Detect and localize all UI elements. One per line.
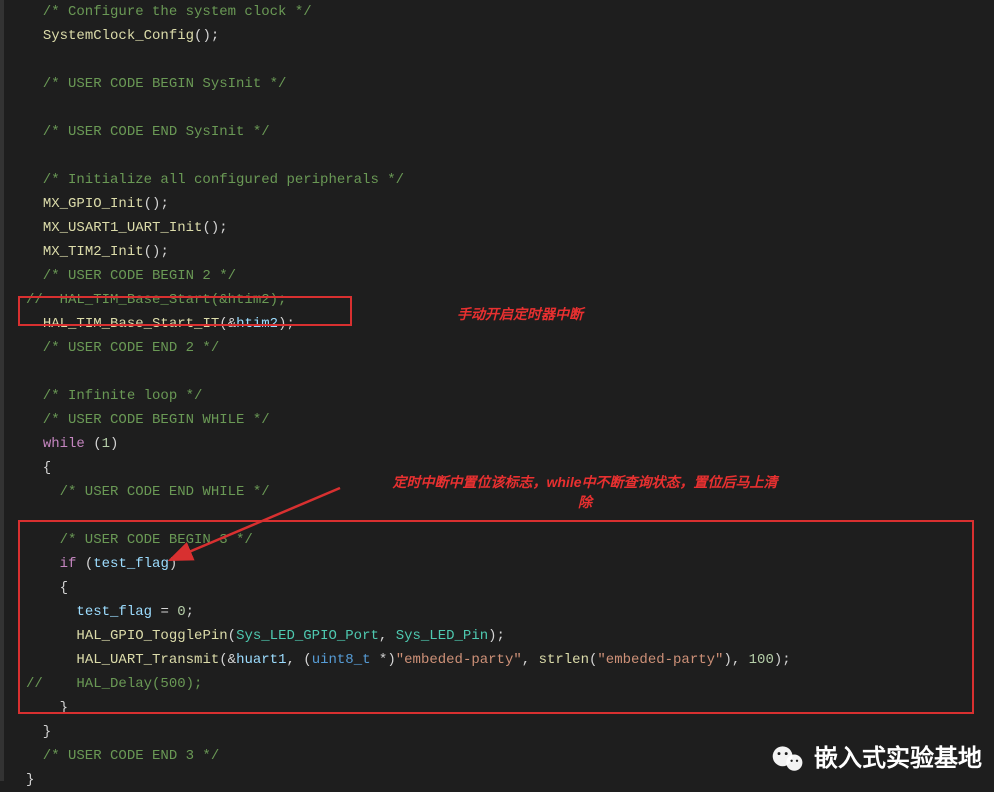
code-line: MX_TIM2_Init(); (8, 240, 994, 264)
code-line: /* USER CODE BEGIN 3 */ (8, 528, 994, 552)
wechat-icon (770, 741, 806, 777)
code-line: } (8, 696, 994, 720)
code-line: test_flag = 0; (8, 600, 994, 624)
code-line: /* Initialize all configured peripherals… (8, 168, 994, 192)
code-line: while (1) (8, 432, 994, 456)
code-line: /* USER CODE END WHILE */ (8, 480, 994, 504)
code-line (8, 360, 994, 384)
code-line: { (8, 576, 994, 600)
code-line: /* USER CODE BEGIN WHILE */ (8, 408, 994, 432)
watermark-text: 嵌入式实验基地 (814, 747, 982, 771)
code-line: { (8, 456, 994, 480)
code-line (8, 96, 994, 120)
code-line: /* USER CODE BEGIN 2 */ (8, 264, 994, 288)
code-line: MX_USART1_UART_Init(); (8, 216, 994, 240)
code-line: /* USER CODE END SysInit */ (8, 120, 994, 144)
code-line (8, 144, 994, 168)
code-line: /* USER CODE END 2 */ (8, 336, 994, 360)
code-line (8, 48, 994, 72)
code-line: // HAL_Delay(500); (8, 672, 994, 696)
code-editor[interactable]: /* Configure the system clock */ SystemC… (0, 0, 994, 792)
watermark: 嵌入式实验基地 (770, 741, 982, 777)
code-line: /* USER CODE BEGIN SysInit */ (8, 72, 994, 96)
code-line: if (test_flag) (8, 552, 994, 576)
code-line: HAL_TIM_Base_Start_IT(&htim2); (8, 312, 994, 336)
code-line: HAL_GPIO_TogglePin(Sys_LED_GPIO_Port, Sy… (8, 624, 994, 648)
code-line: /* Configure the system clock */ (8, 0, 994, 24)
code-line: HAL_UART_Transmit(&huart1, (uint8_t *)"e… (8, 648, 994, 672)
code-line: // HAL_TIM_Base_Start(&htim2); (8, 288, 994, 312)
code-line: SystemClock_Config(); (8, 24, 994, 48)
code-line: /* Infinite loop */ (8, 384, 994, 408)
code-line (8, 504, 994, 528)
code-line: MX_GPIO_Init(); (8, 192, 994, 216)
